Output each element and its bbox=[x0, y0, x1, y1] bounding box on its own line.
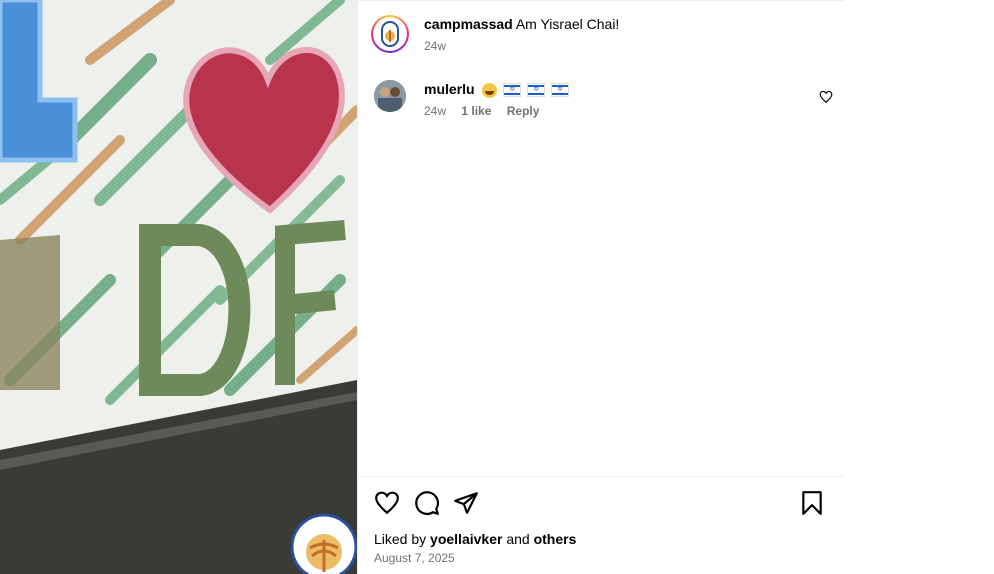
avatar[interactable] bbox=[371, 15, 409, 53]
comment-time[interactable]: 24w bbox=[424, 39, 446, 53]
israel-flag-emoji: ✡ bbox=[503, 83, 522, 98]
comment-time[interactable]: 24w bbox=[424, 104, 446, 118]
user-photo-icon bbox=[374, 80, 406, 112]
grinning-star-eyes-emoji bbox=[482, 82, 498, 98]
comment-like-heart-icon[interactable] bbox=[819, 90, 833, 104]
liked-by-user-link[interactable]: yoellaivker bbox=[430, 531, 502, 547]
comment-meta: 24w bbox=[424, 39, 833, 53]
comment-likes[interactable]: 1 like bbox=[461, 104, 491, 118]
liked-by-others-link[interactable]: others bbox=[534, 531, 577, 547]
painted-sign-illustration bbox=[0, 0, 357, 574]
comment-text-line: campmassad Am Yisrael Chai! bbox=[424, 15, 833, 33]
save-bookmark-icon[interactable] bbox=[799, 490, 825, 516]
comment-bubble-icon[interactable] bbox=[414, 490, 440, 516]
actions-divider bbox=[358, 476, 845, 477]
camp-logo-icon bbox=[381, 21, 399, 47]
israel-flag-emoji: ✡ bbox=[551, 83, 570, 98]
reply-button[interactable]: Reply bbox=[507, 104, 540, 118]
like-heart-icon[interactable] bbox=[374, 490, 400, 516]
camp-logo-watermark bbox=[290, 513, 357, 574]
comment-item: mulerlu ✡ ✡ ✡ 24w 1 like Reply bbox=[374, 80, 833, 118]
comment-username[interactable]: mulerlu bbox=[424, 81, 475, 97]
share-paper-plane-icon[interactable] bbox=[453, 490, 479, 516]
avatar[interactable] bbox=[374, 80, 406, 112]
israel-flag-emoji: ✡ bbox=[527, 83, 546, 98]
comments-panel: campmassad Am Yisrael Chai! 24w mulerlu … bbox=[357, 0, 845, 574]
liked-by-summary: Liked by yoellaivker and others bbox=[374, 531, 576, 547]
comment-text-line: mulerlu ✡ ✡ ✡ bbox=[424, 80, 833, 98]
comment-text: Am Yisrael Chai! bbox=[515, 16, 620, 32]
liked-by-prefix: Liked by bbox=[374, 531, 427, 547]
post-date[interactable]: August 7, 2025 bbox=[374, 551, 455, 565]
post-image[interactable] bbox=[0, 0, 357, 574]
comment-username[interactable]: campmassad bbox=[424, 16, 513, 32]
top-divider bbox=[358, 0, 845, 1]
post-actions-bar bbox=[374, 490, 825, 516]
liked-by-and: and bbox=[506, 531, 530, 547]
comment-meta: 24w 1 like Reply bbox=[424, 104, 833, 118]
comment-item: campmassad Am Yisrael Chai! 24w bbox=[371, 15, 833, 53]
